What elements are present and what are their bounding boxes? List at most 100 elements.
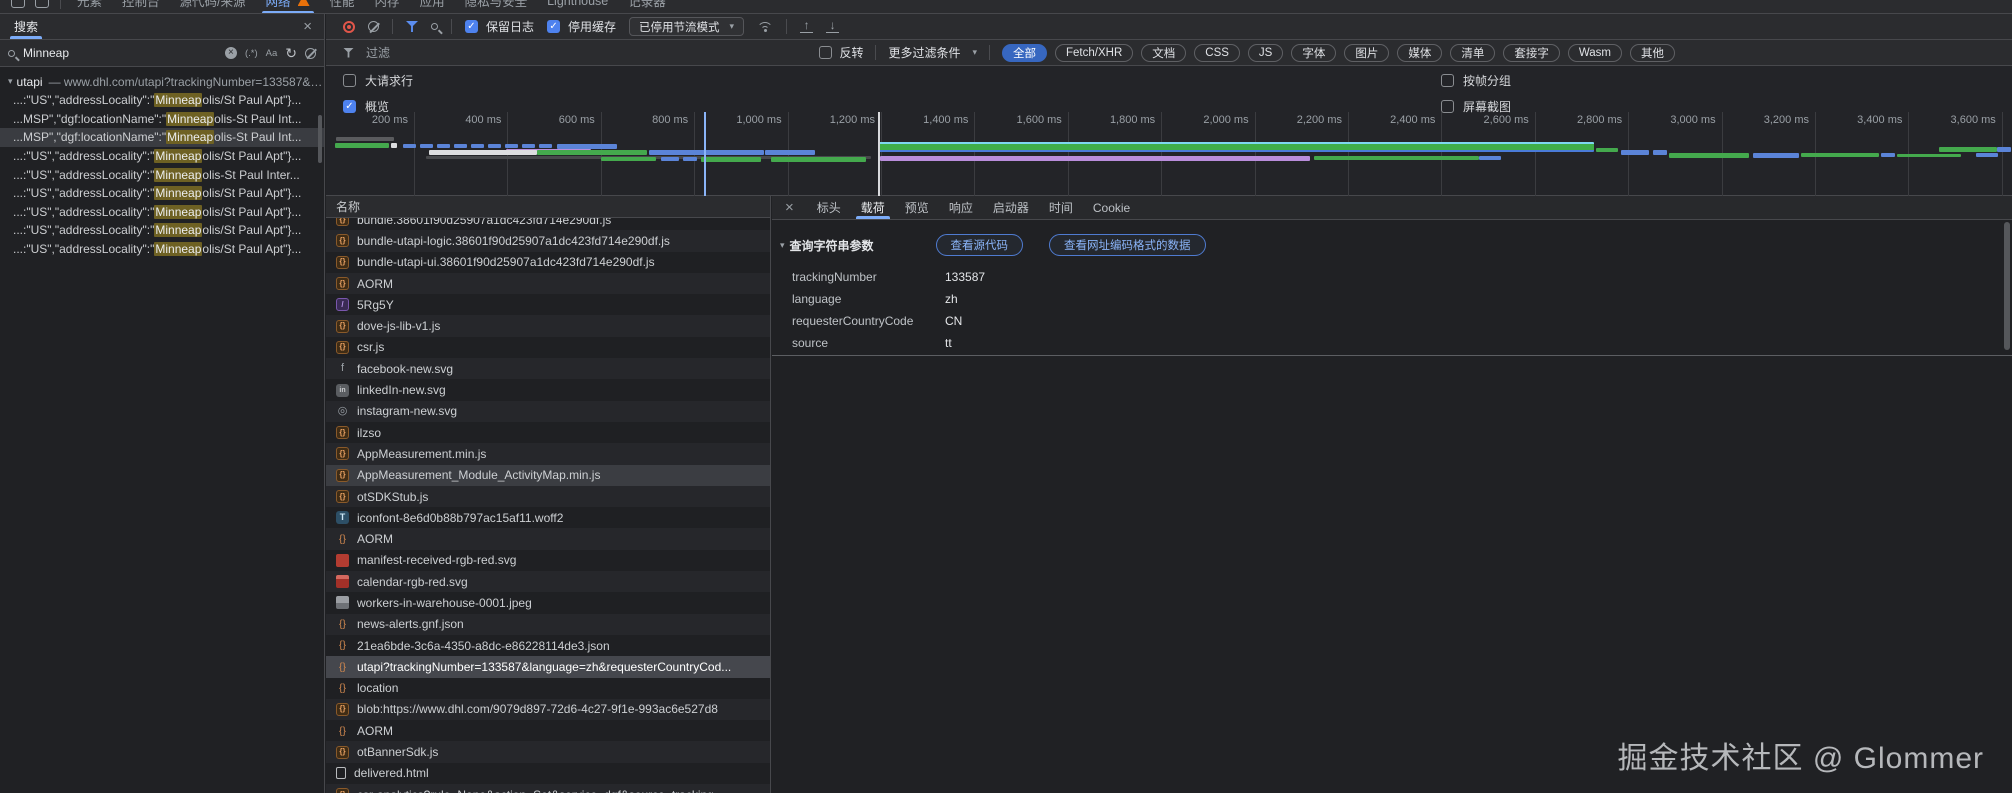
disclosure-icon[interactable]: ▾	[780, 240, 785, 251]
request-row[interactable]: {} bundle-utapi-logic.38601f90d25907a1dc4…	[326, 230, 770, 252]
main-tab-内存[interactable]: 内存	[365, 0, 410, 13]
view-urlencoded-button[interactable]: 查看网址编码格式的数据	[1049, 234, 1206, 256]
search-input[interactable]: Minneap	[23, 46, 217, 60]
request-row[interactable]: workers-in-warehouse-0001.jpeg	[326, 592, 770, 614]
clear-network-log-icon[interactable]	[368, 21, 379, 32]
details-tab-Cookie[interactable]: Cookie	[1083, 196, 1140, 219]
chip-全部[interactable]: 全部	[1002, 43, 1048, 62]
request-row[interactable]: {} dove-js-lib-v1.js	[326, 315, 770, 337]
request-row[interactable]: {} news-alerts.gnf.json	[326, 613, 770, 635]
request-row[interactable]: delivered.html	[326, 762, 770, 785]
request-row[interactable]: f facebook-new.svg	[326, 358, 770, 380]
search-result-row[interactable]: ...MSP","dgf:locationName":" Minneap olis-…	[0, 110, 324, 129]
request-row[interactable]: {} ilzso	[326, 421, 770, 444]
details-tab-标头[interactable]: 标头	[807, 196, 851, 219]
match-case-toggle-icon[interactable]: Aa	[266, 48, 278, 59]
search-result-row[interactable]: ...:"US","addressLocality":" Minneap olis-…	[0, 165, 324, 184]
details-tab-预览[interactable]: 预览	[895, 196, 939, 219]
preserve-log-checkbox[interactable]	[465, 20, 478, 33]
clear-search-results-icon[interactable]	[305, 47, 316, 59]
request-row[interactable]: {} 21ea6bde-3c6a-4350-a8dc-e86228114de3.j…	[326, 634, 770, 657]
invert-filter-checkbox[interactable]	[819, 46, 833, 59]
request-row[interactable]: {} AppMeasurement.min.js	[326, 443, 770, 465]
chip-文档[interactable]: 文档	[1141, 43, 1187, 62]
request-row[interactable]: in linkedIn-new.svg	[326, 379, 770, 401]
request-row[interactable]: ◎ instagram-new.svg	[326, 400, 770, 422]
device-toolbar-icon[interactable]	[35, 0, 49, 8]
request-row[interactable]: / 5Rg5Y	[326, 294, 770, 316]
regex-toggle-icon[interactable]: (.*)	[245, 48, 258, 59]
request-row[interactable]: {} csr-analytics?rule=None&action=Set&ser…	[326, 784, 770, 793]
main-tab-隐私与安全[interactable]: 隐私与安全	[455, 0, 538, 13]
chip-清单[interactable]: 清单	[1450, 43, 1496, 62]
main-tab-Lighthouse[interactable]: Lighthouse	[537, 0, 618, 13]
request-row[interactable]: {} AppMeasurement_Module_ActivityMap.min.…	[326, 464, 770, 486]
export-har-icon[interactable]: ↓	[826, 19, 840, 33]
close-search-panel-icon[interactable]: ×	[303, 19, 312, 34]
refresh-search-icon[interactable]: ↻	[285, 46, 297, 60]
chip-CSS[interactable]: CSS	[1194, 43, 1240, 62]
search-result-row[interactable]: ...:"US","addressLocality":" Minneap olis/…	[0, 184, 324, 203]
request-row[interactable]: {} AORM	[326, 528, 770, 550]
view-source-button[interactable]: 查看源代码	[935, 234, 1024, 256]
search-result-row[interactable]: ...:"US","addressLocality":" Minneap olis/…	[0, 91, 324, 110]
main-tab-性能[interactable]: 性能	[320, 0, 365, 13]
search-result-row[interactable]: ...MSP","dgf:locationName":" Minneap olis-…	[0, 128, 324, 147]
search-result-row[interactable]: ...:"US","addressLocality":" Minneap olis/…	[0, 147, 324, 166]
search-scrollbar-thumb[interactable]	[318, 115, 322, 163]
chip-其他[interactable]: 其他	[1630, 43, 1675, 62]
network-conditions-icon[interactable]	[757, 21, 774, 32]
request-row[interactable]: {} otSDKStub.js	[326, 485, 770, 508]
chip-媒体[interactable]: 媒体	[1397, 43, 1443, 62]
screenshots-checkbox[interactable]	[1441, 100, 1454, 113]
record-network-log-icon[interactable]	[343, 20, 355, 33]
main-tab-网络[interactable]: 网络	[256, 0, 320, 13]
details-scrollbar-thumb[interactable]	[2004, 222, 2010, 350]
request-row[interactable]: {} blob:https://www.dhl.com/9079d897-72d6…	[326, 698, 770, 721]
clear-input-icon[interactable]: ×	[224, 47, 237, 59]
import-har-icon[interactable]: ↑	[800, 19, 814, 33]
chip-Fetch/XHR[interactable]: Fetch/XHR	[1055, 43, 1134, 62]
filter-icon[interactable]	[406, 21, 418, 32]
details-tab-载荷[interactable]: 载荷	[851, 196, 895, 219]
name-column-header[interactable]: 名称	[326, 196, 770, 218]
chip-JS[interactable]: JS	[1247, 43, 1284, 62]
main-tab-控制台[interactable]: 控制台	[112, 0, 170, 13]
main-tab-应用[interactable]: 应用	[410, 0, 455, 13]
chip-图片[interactable]: 图片	[1344, 43, 1390, 62]
inspect-element-icon[interactable]	[11, 0, 25, 8]
request-row[interactable]: {} AORM	[326, 272, 770, 295]
throttling-select[interactable]: 已停用节流模式 ▾	[629, 17, 745, 36]
search-network-icon[interactable]	[431, 23, 438, 30]
request-row[interactable]: {} otBannerSdk.js	[326, 741, 770, 763]
main-tab-记录器[interactable]: 记录器	[618, 0, 676, 13]
request-row[interactable]: {} AORM	[326, 720, 770, 742]
main-tab-元素[interactable]: 元素	[67, 0, 112, 13]
request-row[interactable]: {} csr.js	[326, 336, 770, 359]
search-result-file-header[interactable]: ▾ utapi — www.dhl.com/utapi?trackingNumb…	[0, 72, 324, 91]
request-row[interactable]: {} bundle-utapi-ui.38601f90d25907a1dc423f…	[326, 251, 770, 273]
request-row[interactable]: Ticonfont-8e6d0b88b797ac15af11.woff2	[326, 507, 770, 529]
disable-cache-checkbox[interactable]	[547, 20, 561, 33]
chip-Wasm[interactable]: Wasm	[1567, 43, 1622, 62]
details-tab-启动器[interactable]: 启动器	[983, 196, 1039, 219]
request-row[interactable]: {} utapi?trackingNumber=133587&language=z…	[326, 656, 770, 678]
overview-checkbox[interactable]	[343, 100, 356, 113]
tab-search[interactable]: 搜索	[10, 14, 43, 39]
filter-input[interactable]: 过滤	[366, 44, 390, 61]
chip-字体[interactable]: 字体	[1291, 43, 1337, 62]
more-filters-button[interactable]: 更多过滤条件	[888, 44, 960, 61]
request-row[interactable]: {} location	[326, 677, 770, 699]
request-row[interactable]: manifest-received-rgb-red.svg	[326, 549, 770, 572]
details-tab-响应[interactable]: 响应	[939, 196, 983, 219]
request-row[interactable]: calendar-rgb-red.svg	[326, 571, 770, 593]
close-details-icon[interactable]: ×	[772, 199, 807, 216]
search-result-row[interactable]: ...:"US","addressLocality":" Minneap olis/…	[0, 221, 324, 240]
search-result-row[interactable]: ...:"US","addressLocality":" Minneap olis/…	[0, 240, 324, 259]
search-result-row[interactable]: ...:"US","addressLocality":" Minneap olis/…	[0, 203, 324, 222]
group-by-frame-checkbox[interactable]	[1441, 74, 1454, 87]
details-tab-时间[interactable]: 时间	[1039, 196, 1083, 219]
chip-套接字[interactable]: 套接字	[1503, 43, 1560, 62]
big-request-rows-checkbox[interactable]	[343, 74, 356, 87]
main-tab-源代码/来源[interactable]: 源代码/来源	[170, 0, 256, 13]
